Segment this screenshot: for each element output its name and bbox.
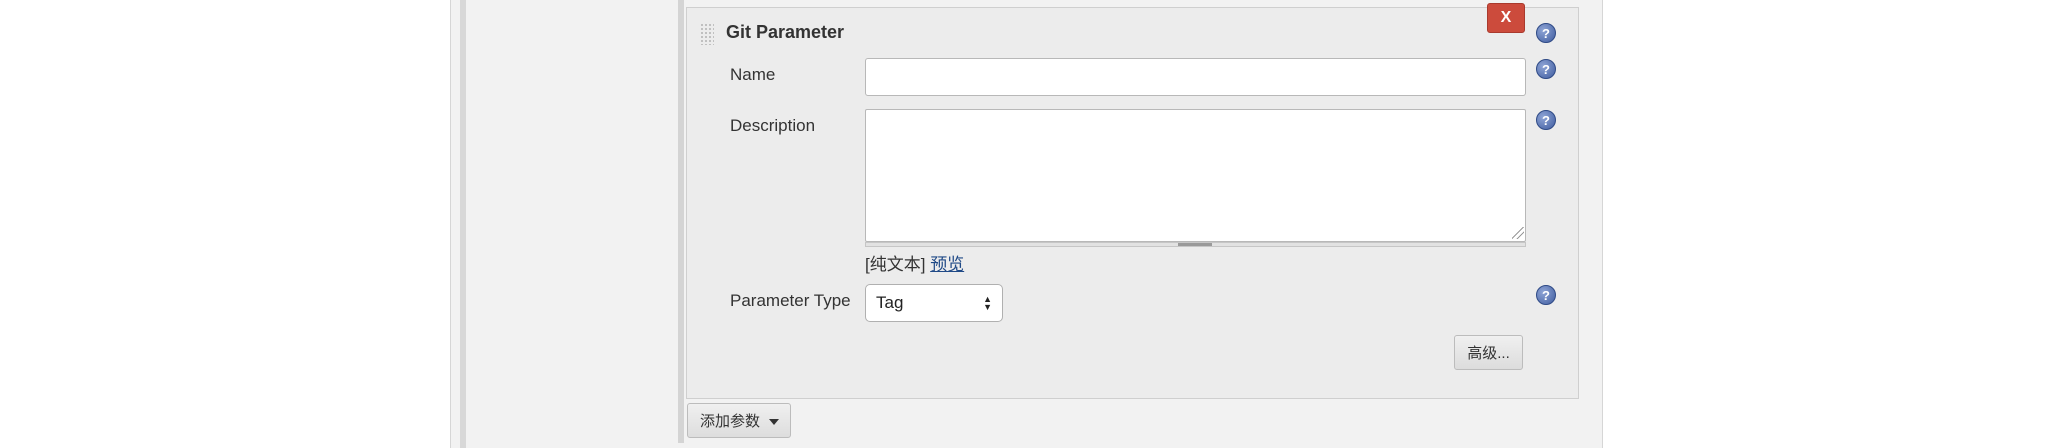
description-textarea[interactable] — [865, 109, 1526, 242]
name-label: Name — [730, 65, 776, 84]
left-border-bar — [460, 0, 466, 448]
plain-text-label: [纯文本] — [865, 255, 926, 274]
nested-section-bar — [678, 0, 684, 443]
delete-parameter-button[interactable]: X — [1487, 3, 1525, 33]
parameter-type-select[interactable]: Tag ▲ ▼ — [865, 284, 1003, 322]
resize-grip-icon[interactable] — [1512, 227, 1524, 239]
advanced-button[interactable]: 高级... — [1454, 335, 1523, 370]
textarea-resize-knob — [1178, 243, 1212, 246]
add-parameter-label: 添加参数 — [700, 413, 761, 430]
markup-format-row: [纯文本] 预览 — [865, 250, 964, 275]
chevron-down-icon — [769, 419, 779, 425]
preview-link[interactable]: 预览 — [930, 255, 964, 274]
help-icon[interactable]: ? — [1536, 59, 1556, 79]
help-icon[interactable]: ? — [1536, 23, 1556, 43]
description-label: Description — [730, 116, 816, 135]
select-arrows-icon: ▲ ▼ — [983, 294, 992, 312]
parameter-type-value: Tag — [876, 293, 904, 312]
parameter-type-label: Parameter Type — [730, 291, 851, 310]
name-input[interactable] — [865, 58, 1526, 96]
help-icon[interactable]: ? — [1536, 285, 1556, 305]
drag-handle-icon[interactable] — [700, 23, 714, 45]
help-icon[interactable]: ? — [1536, 110, 1556, 130]
panel-title: Git Parameter — [726, 22, 845, 42]
